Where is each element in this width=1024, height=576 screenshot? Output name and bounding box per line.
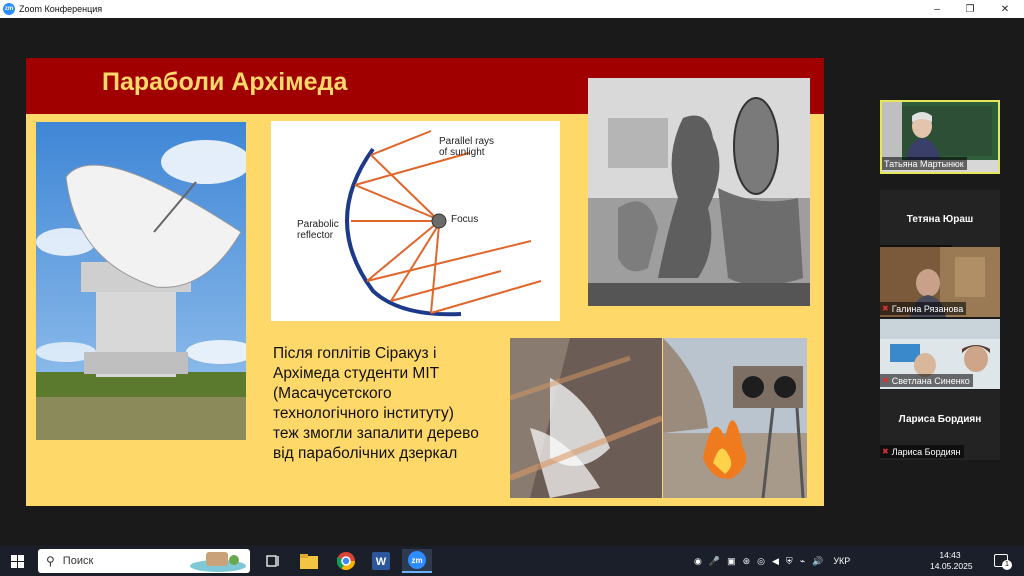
participant-tile-active-speaker[interactable]: Татьяна Мартынюк [880,100,1000,174]
close-button[interactable]: ✕ [988,0,1022,18]
file-explorer-icon[interactable] [294,549,324,573]
mic-muted-icon: ✖ [882,447,889,456]
notifications-icon[interactable]: 1 [994,554,1012,570]
chrome-icon[interactable] [331,549,361,573]
antivirus-tray-icon[interactable]: ⊛ [743,556,751,567]
notification-count-badge: 1 [1002,560,1012,570]
word-icon[interactable]: W [366,549,396,573]
mic-muted-icon: ✖ [882,376,889,385]
search-icon: ⚲ [46,554,55,568]
task-view-icon[interactable] [258,549,288,573]
svg-text:zm: zm [411,556,422,565]
svg-text:W: W [376,556,387,568]
windows-taskbar: ⚲ Поиск W zm ◉ 🎤 ▣ ⊛ ◎ ◀ ⛨ ⌁ 🔊 УКР 14:43… [0,546,1024,576]
reflector-label-line2: reflector [297,230,334,241]
body-line: теж змогли запалити дерево [273,425,479,442]
slide-title: Параболи Архімеда [102,68,348,96]
speaker-tray-icon[interactable]: ◀ [772,556,779,567]
mit-experiment-photo-right [663,338,807,498]
participant-tile[interactable]: Лариса Бордиян ✖ Лариса Бордиян [880,390,1000,460]
microphone-tray-icon[interactable]: 🎤 [709,556,720,567]
body-line: технологічного інституту) [273,405,454,422]
archimedes-engraving-image [588,78,810,306]
body-line: (Масачусетского [273,385,392,402]
clock-date: 14.05.2025 [930,561,973,571]
mic-muted-icon: ✖ [882,304,889,313]
maximize-button[interactable]: ❐ [953,0,987,18]
body-line: Архімеда студенти МІТ [273,365,440,382]
zoom-tray-icon[interactable]: ◉ [694,556,702,567]
participant-name: Светлана Синенко [891,375,970,386]
participant-name-label: Татьяна Мартынюк [882,157,967,170]
language-indicator[interactable]: УКР [833,556,850,566]
taskbar-clock[interactable]: 14:43 14.05.2025 [930,550,973,572]
parallel-rays-label: Parallel rays of sunlight [439,136,494,158]
mit-experiment-photo-left [510,338,662,498]
app-tray-icon[interactable]: ◎ [757,556,765,567]
radio-telescope-image [36,122,246,440]
search-highlight-icon [190,552,246,572]
meeting-area: Параболи Архімеда Parallel rays of sunli… [0,18,1024,546]
reflector-label-line1: Parabolic [297,219,339,230]
participant-name: Галина Рязанова [891,303,964,314]
taskbar-search-box[interactable]: ⚲ Поиск [38,549,250,573]
zoom-logo-icon: zm [3,3,15,15]
participant-name-label: ✖ Галина Рязанова [880,302,967,315]
clock-time: 14:43 [939,550,961,560]
shared-screen-slide: Параболи Архімеда Parallel rays of sunli… [26,58,824,506]
parallel-rays-label-line2: of sunlight [439,147,485,158]
shield-tray-icon[interactable]: ⛨ [786,556,793,567]
windows-start-icon[interactable] [11,555,24,573]
volume-icon[interactable]: 🔊 [812,556,823,567]
participant-name-label: ✖ Лариса Бордиян [880,445,964,458]
system-tray: ◉ 🎤 ▣ ⊛ ◎ ◀ ⛨ ⌁ 🔊 УКР [694,546,850,576]
participant-tile[interactable]: ✖ Галина Рязанова [880,247,1000,317]
focus-label: Focus [451,214,479,225]
zoom-taskbar-icon[interactable]: zm [402,549,432,573]
slide-body-text: Після гоплітів Сіракуз і Архімеда студен… [273,344,513,464]
body-line: Після гоплітів Сіракуз і [273,345,437,362]
participant-tile[interactable]: ✖ Светлана Синенко [880,319,1000,389]
body-line: від параболічних дзеркал [273,445,458,462]
parabolic-reflector-diagram: Parallel rays of sunlight Parabolic refl… [271,121,560,321]
participant-display-name: Лариса Бордиян [898,414,982,425]
parabolic-reflector-label: Parabolic reflector [297,219,339,241]
search-placeholder: Поиск [62,555,94,567]
window-title-bar: zm Zoom Конференция – ❐ ✕ [0,0,1024,18]
participant-name-label: ✖ Светлана Синенко [880,374,973,387]
participant-display-name: Тетяна Юраш [906,214,974,225]
parallel-rays-label-line1: Parallel rays [439,136,495,147]
screen-tray-icon[interactable]: ▣ [727,556,736,567]
minimize-button[interactable]: – [920,0,954,18]
participant-name: Лариса Бордиян [891,446,961,457]
network-tray-icon[interactable]: ⌁ [800,556,805,567]
window-title: Zoom Конференция [19,4,103,14]
